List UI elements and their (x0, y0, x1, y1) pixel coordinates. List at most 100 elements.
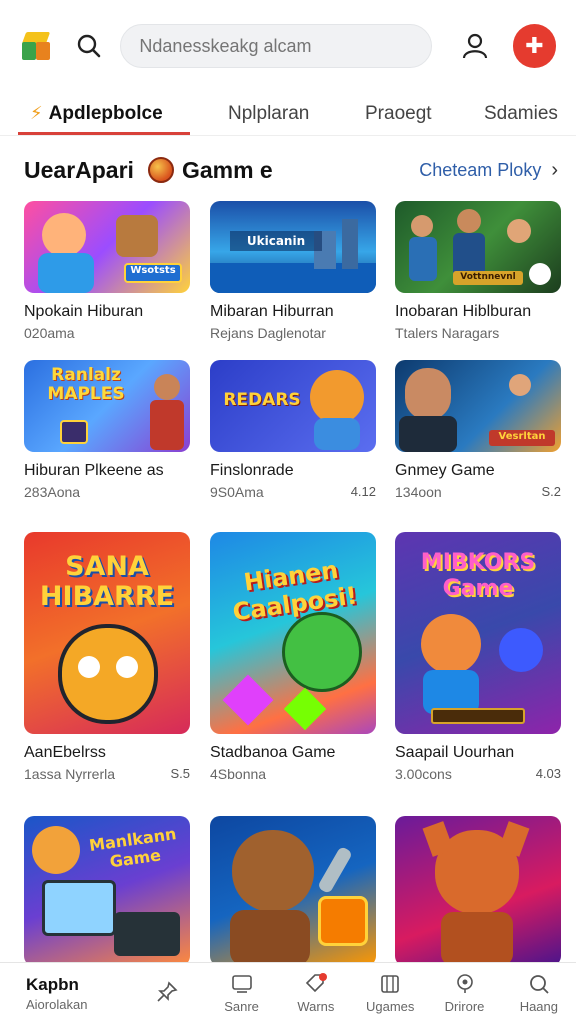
tab-label: Praoegt (365, 102, 432, 124)
search-icon (527, 973, 551, 995)
game-subtitle: Rejans Daglenotar (210, 325, 326, 341)
game-card[interactable]: REDARS Finslonrade 9S0Ama 4.12 (210, 360, 376, 500)
top-bar: ✚ (0, 0, 576, 92)
category-tabs: ⚡ Apdlepbolce Nplplaran Praoegt Sdamies (0, 92, 576, 136)
game-card[interactable]: Vottnnevnl Inobaran Hiblburan Ttalers Na… (395, 201, 561, 341)
game-thumbnail: REDARS (210, 360, 376, 452)
game-subtitle: Ttalers Naragars (395, 325, 500, 341)
location-icon (453, 973, 477, 995)
profile-icon[interactable] (458, 28, 493, 64)
chevron-right-icon: › (551, 158, 558, 181)
game-title: Finslonrade (210, 462, 294, 479)
game-subtitle: 020ama (24, 325, 75, 341)
game-subtitle: 4Sbonna (210, 766, 267, 782)
game-card[interactable]: Hianen Caalposi! Stadbanoa Game 4Sbonna (210, 532, 376, 782)
game-thumbnail: Vesrltan (395, 360, 561, 452)
nav-label: Drirore (444, 999, 485, 1014)
nav-item-store[interactable]: Sanre (204, 963, 278, 1024)
game-card[interactable]: Ukicanin Mibaran Hiburran Rejans Dagleno… (210, 201, 376, 341)
game-subtitle: 283Aona (24, 484, 81, 500)
pin-icon (155, 980, 179, 1003)
game-thumbnail (395, 816, 561, 966)
thumbnail-caption: Vottnnevnl (460, 272, 516, 282)
thumbnail-caption: Ranlalz MAPLES (47, 365, 125, 404)
game-card[interactable]: Ranlalz MAPLES Hiburan Plkeene as 283Aon… (24, 360, 190, 500)
game-card[interactable] (395, 816, 561, 966)
game-thumbnail: MIBKORS Game (395, 532, 561, 734)
game-title: Saapail Uourhan (395, 744, 515, 761)
game-title: Mibaran Hiburran (210, 303, 334, 320)
game-card[interactable] (210, 816, 376, 966)
game-meta: 4Sbonna (210, 766, 376, 782)
thumbnail-caption: MIBKORS Game (420, 550, 536, 601)
game-meta: 1assa Nyrrerla S.5 (24, 766, 190, 782)
game-card[interactable]: MIBKORS Game Saapail Uourhan 3.00cons 4.0… (395, 532, 561, 782)
grid-icon (378, 973, 402, 995)
bottom-navigation: Kapbn Aiorolakan Sanre Warns Ugames Drir… (0, 962, 576, 1024)
tab-0[interactable]: ⚡ Apdlepbolce (30, 92, 163, 136)
nav-home-title: Kapbn (26, 975, 79, 994)
game-thumbnail: Vottnnevnl (395, 201, 561, 293)
search-icon[interactable] (71, 28, 106, 64)
app-logo-icon[interactable] (20, 30, 51, 62)
game-title: AanEbelrss (24, 744, 106, 761)
nav-item-search[interactable]: Haang (502, 963, 576, 1024)
game-card[interactable]: Vesrltan Gnmey Game 134oon S.2 (395, 360, 561, 500)
game-subtitle: 1assa Nyrrerla (24, 766, 116, 782)
thumbnail-caption: REDARS (223, 390, 301, 410)
search-input[interactable] (120, 24, 432, 68)
nav-label: Haang (519, 999, 558, 1014)
game-meta: 283Aona (24, 484, 190, 500)
game-thumbnail (210, 816, 376, 966)
section-title-right: Gamm e (181, 156, 273, 183)
active-tab-indicator (18, 132, 190, 135)
game-meta: 134oon S.2 (395, 484, 561, 500)
game-title: Inobaran Hiblburan (395, 303, 532, 320)
nav-label: Warns (297, 999, 335, 1014)
section-header: UearApari Gamm e Cheteam Ploky › (24, 150, 558, 190)
search-input-field[interactable] (139, 35, 413, 57)
tab-label: Apdlepbolce (48, 102, 163, 124)
tab-3[interactable]: Sdamies (484, 92, 558, 136)
game-thumbnail: SANA HIBARRE (24, 532, 190, 734)
thumbnail-caption: Hianen Caalposi! (230, 555, 359, 627)
thumbnail-caption: Ukicanin (246, 234, 306, 248)
nav-home-label: Aiorolakan (26, 997, 88, 1012)
game-thumbnail: Hianen Caalposi! (210, 532, 376, 734)
see-all-link[interactable]: Cheteam Ploky › (419, 159, 558, 182)
nav-item-games[interactable]: Ugames (353, 963, 427, 1024)
game-meta: 9S0Ama 4.12 (210, 484, 376, 500)
game-rating: S.2 (541, 484, 561, 499)
game-meta: Rejans Daglenotar (210, 325, 376, 341)
tag-alert-icon (304, 973, 328, 995)
game-subtitle: 9S0Ama (210, 484, 264, 500)
game-card[interactable]: SANA HIBARRE AanEbelrss 1assa Nyrrerla S.… (24, 532, 190, 782)
game-card[interactable]: Manlkann Game (24, 816, 190, 966)
nav-item-pin[interactable] (130, 963, 204, 1024)
game-title: Stadbanoa Game (210, 744, 336, 761)
tab-2[interactable]: Praoegt (365, 92, 432, 136)
badge-icon: ✚ (525, 33, 544, 58)
game-title: Npokain Hiburan (24, 303, 144, 320)
tab-label: Nplplaran (228, 102, 310, 124)
game-thumbnail: Wsotsts (24, 201, 190, 293)
tab-1[interactable]: Nplplaran (228, 92, 309, 136)
nav-item-drive[interactable]: Drirore (427, 963, 501, 1024)
game-ball-icon (147, 157, 174, 183)
nav-item-alerts[interactable]: Warns (279, 963, 353, 1024)
tab-label: Sdamies (484, 102, 558, 124)
section-title: UearApari Gamm e (24, 157, 273, 184)
game-thumbnail: Ukicanin (210, 201, 376, 293)
section-title-left: UearApari (24, 156, 134, 183)
game-card[interactable]: Wsotsts Npokain Hiburan 020ama (24, 201, 190, 341)
screen-icon (230, 973, 254, 995)
thumbnail-caption: Wsotsts (130, 265, 176, 276)
see-all-label: Cheteam Ploky (419, 159, 542, 180)
game-rating: 4.12 (350, 484, 376, 499)
thumbnail-caption: Manlkann Game (87, 824, 178, 872)
game-thumbnail: Manlkann Game (24, 816, 190, 966)
game-meta: Ttalers Naragars (395, 325, 561, 341)
nav-item-home[interactable]: Kapbn Aiorolakan (0, 963, 130, 1024)
app-badge-button[interactable]: ✚ (513, 24, 556, 68)
thumbnail-caption: SANA HIBARRE (39, 551, 175, 612)
